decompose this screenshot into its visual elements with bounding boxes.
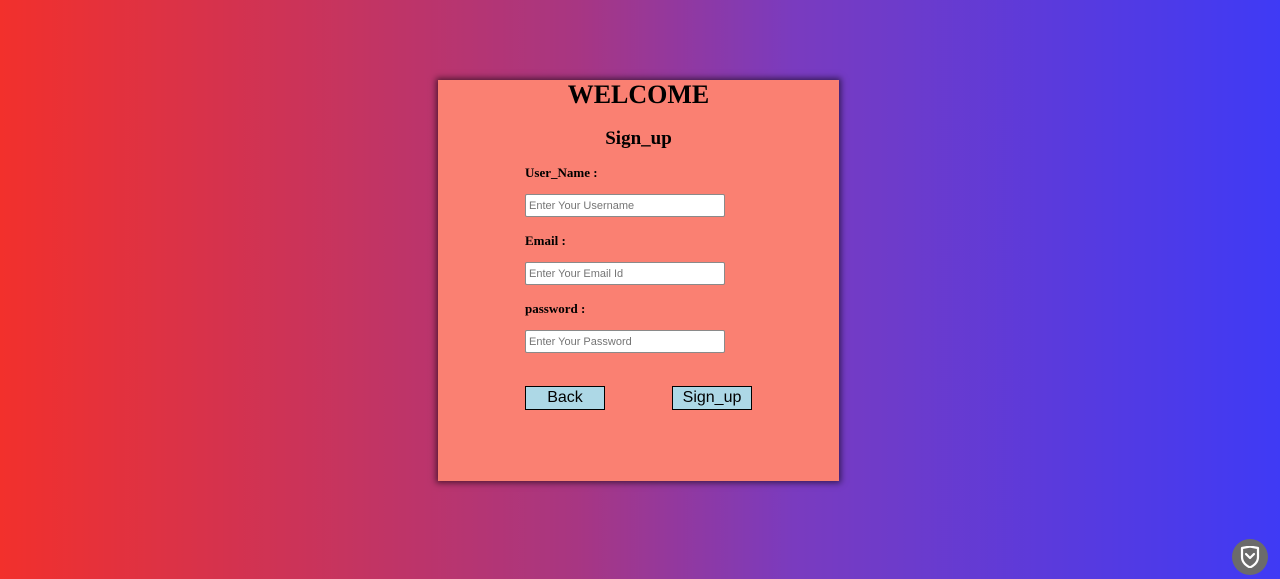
back-button[interactable]: Back [525, 386, 605, 410]
email-input[interactable] [525, 262, 725, 285]
username-input[interactable] [525, 194, 725, 217]
email-label: Email : [525, 233, 566, 248]
page-title: WELCOME [567, 80, 710, 109]
password-label: password : [525, 301, 586, 316]
username-label: User_Name : [525, 165, 598, 180]
signup-card: WELCOME Sign_up User_Name : Email : pass… [438, 80, 839, 481]
shield-icon [1240, 546, 1260, 568]
password-input[interactable] [525, 330, 725, 353]
signup-button[interactable]: Sign_up [672, 386, 752, 410]
shield-widget-button[interactable] [1232, 539, 1268, 575]
form-subtitle: Sign_up [605, 128, 672, 149]
